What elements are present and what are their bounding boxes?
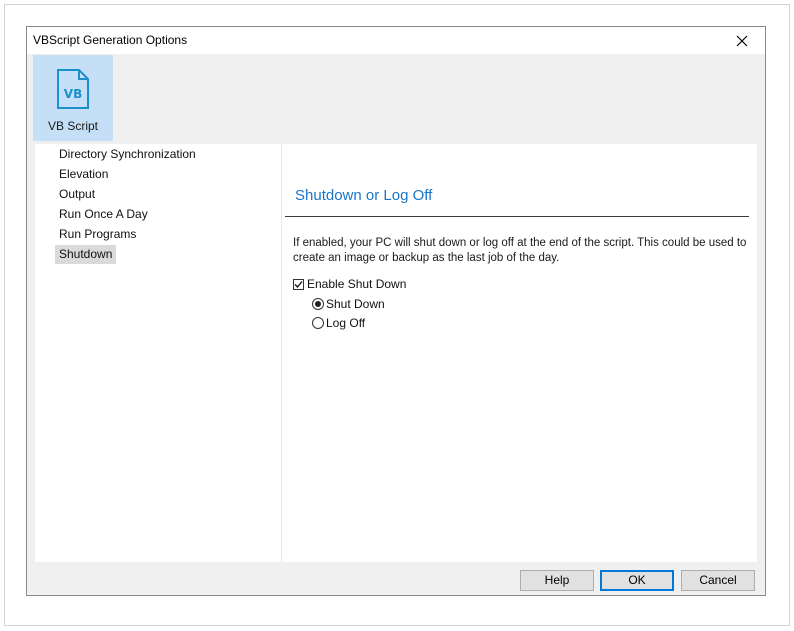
vb-script-ribbon-label: VB Script [47, 119, 98, 133]
enable-shutdown-checkbox-row[interactable]: Enable Shut Down [293, 277, 406, 291]
shut-down-radio-row[interactable]: Shut Down [312, 297, 385, 311]
vb-script-file-icon: VB [57, 69, 89, 109]
nav-item-run-once-a-day[interactable]: Run Once A Day [55, 205, 152, 224]
log-off-radio-row[interactable]: Log Off [312, 316, 365, 330]
section-title: Shutdown or Log Off [295, 187, 433, 204]
nav-item-run-programs[interactable]: Run Programs [55, 225, 140, 244]
log-off-radio[interactable] [312, 317, 324, 329]
shut-down-radio[interactable] [312, 298, 324, 310]
ok-button[interactable]: OK [600, 570, 674, 591]
cancel-button[interactable]: Cancel [681, 570, 755, 591]
close-icon [736, 35, 748, 46]
enable-shutdown-checkbox[interactable] [293, 278, 304, 290]
help-button[interactable]: Help [520, 570, 594, 591]
nav-item-directory-synchronization[interactable]: Directory Synchronization [55, 145, 200, 164]
dialog-body: Directory Synchronization Elevation Outp… [35, 144, 757, 562]
nav-item-elevation[interactable]: Elevation [55, 165, 112, 184]
checkmark-icon [294, 280, 303, 288]
dialog-window: VBScript Generation Options VB VB Script… [26, 26, 766, 596]
window-title: VBScript Generation Options [33, 33, 188, 47]
close-button[interactable] [719, 27, 765, 54]
radio-selected-dot [315, 301, 321, 307]
shutdown-panel: Shutdown or Log Off If enabled, your PC … [282, 144, 757, 562]
nav-item-shutdown[interactable]: Shutdown [55, 245, 117, 264]
section-divider [285, 216, 749, 217]
vb-icon-text: VB [64, 87, 82, 101]
options-nav: Directory Synchronization Elevation Outp… [35, 144, 282, 562]
shut-down-label: Shut Down [326, 297, 385, 311]
enable-shutdown-label: Enable Shut Down [307, 277, 407, 291]
ribbon-bar: VB VB Script [27, 54, 765, 143]
vb-script-ribbon-button[interactable]: VB VB Script [33, 55, 113, 141]
log-off-label: Log Off [326, 316, 366, 330]
nav-item-output[interactable]: Output [55, 185, 99, 204]
section-description: If enabled, your PC will shut down or lo… [293, 237, 747, 264]
title-bar: VBScript Generation Options [27, 27, 765, 54]
